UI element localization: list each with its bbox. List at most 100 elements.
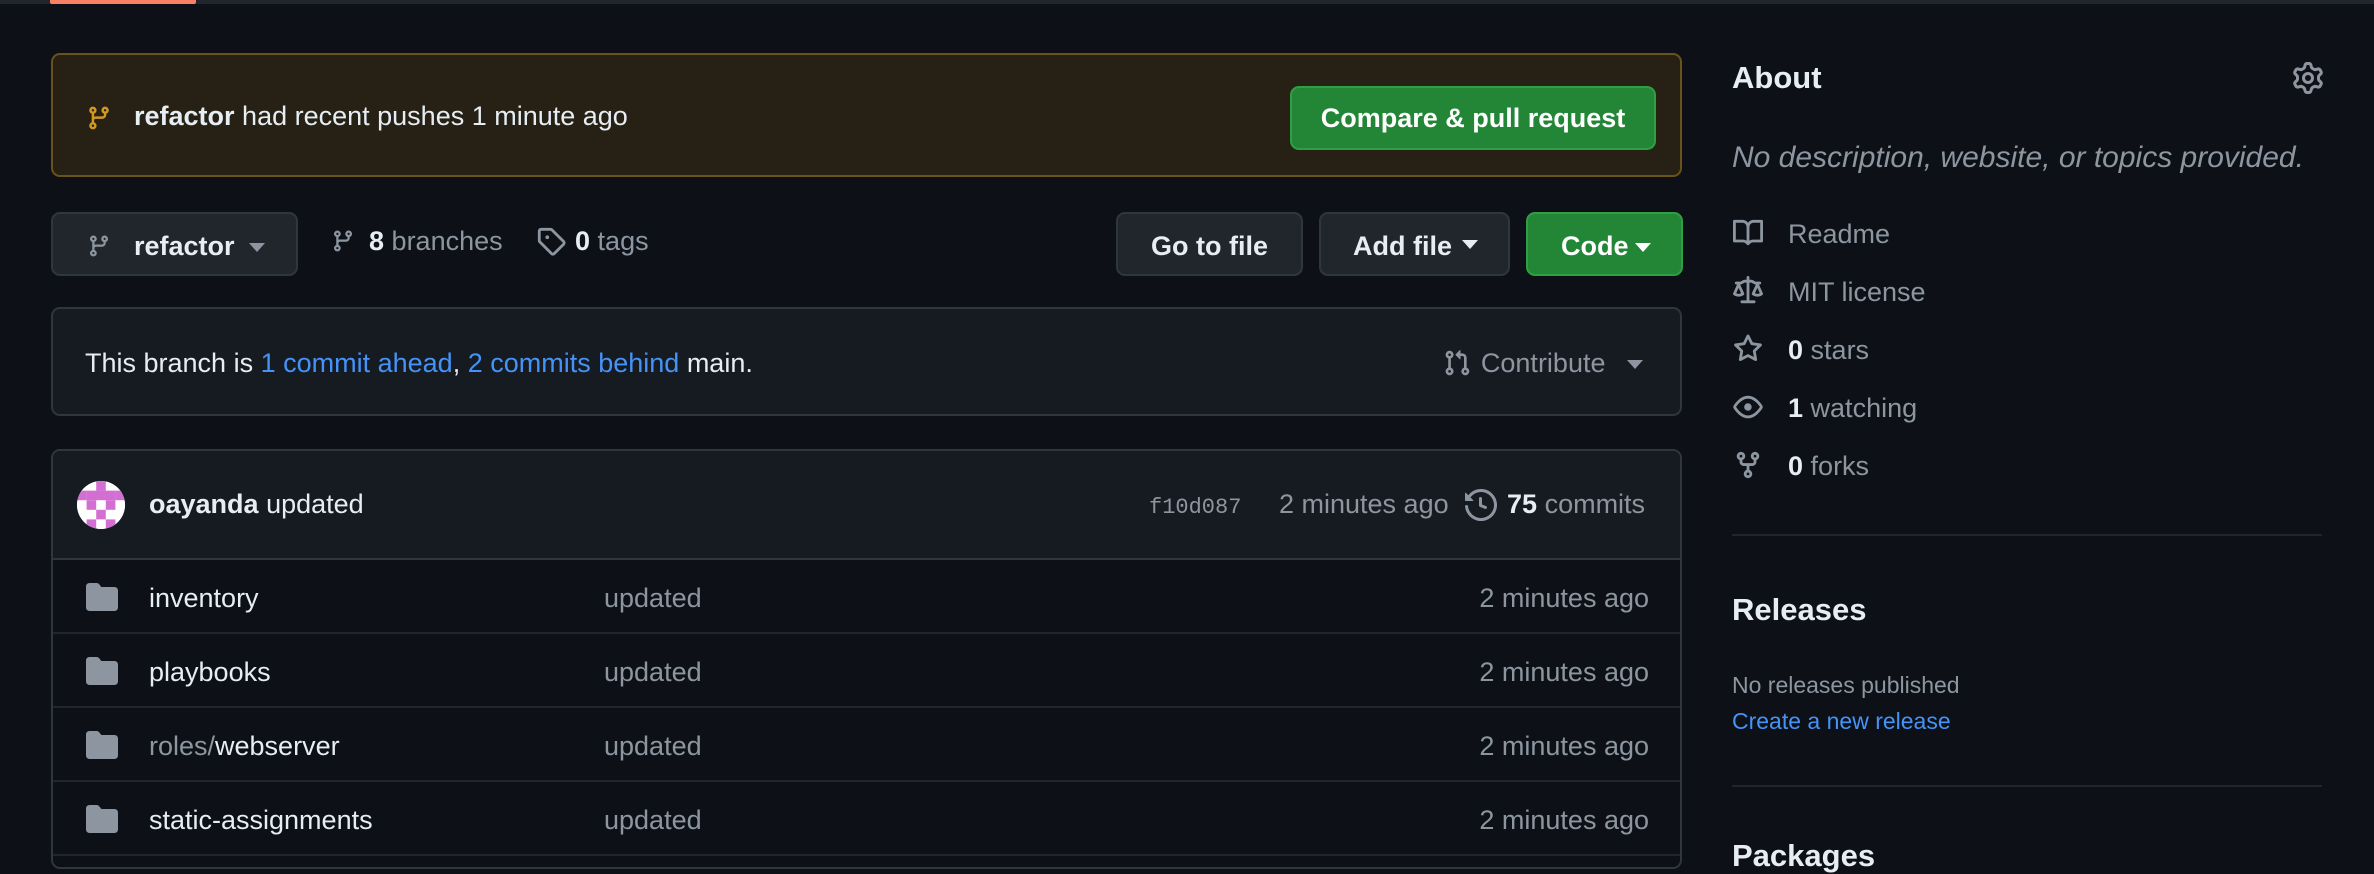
gear-icon[interactable] xyxy=(2292,62,2324,94)
forks-link[interactable]: 0 forks xyxy=(1732,448,2232,484)
pushed-branch-name[interactable]: refactor xyxy=(134,101,235,131)
commits-count-link[interactable]: 75 commits xyxy=(1507,489,1645,520)
comparison-suffix: main. xyxy=(679,348,753,378)
file-name: inventory xyxy=(149,583,259,613)
table-row[interactable]: playbooks updated 2 minutes ago xyxy=(53,634,1680,708)
file-name: webserver xyxy=(215,731,340,761)
forks-label: forks xyxy=(1810,451,1870,481)
file-name-link[interactable]: playbooks xyxy=(149,657,271,688)
comparison-prefix: This branch is xyxy=(85,348,261,378)
code-button[interactable]: Code xyxy=(1526,212,1683,276)
file-commit-message[interactable]: updated xyxy=(604,657,702,688)
add-file-button[interactable]: Add file xyxy=(1319,212,1510,276)
recent-push-text: refactor had recent pushes 1 minute ago xyxy=(134,101,628,132)
branch-comparison-text: This branch is 1 commit ahead, 2 commits… xyxy=(85,348,753,379)
file-commit-age: 2 minutes ago xyxy=(1479,583,1649,613)
branches-count: 8 xyxy=(369,226,385,256)
commit-message[interactable]: updated xyxy=(266,489,364,519)
no-releases-text: No releases published xyxy=(1732,672,1960,698)
table-row[interactable]: inventory updated 2 minutes ago xyxy=(53,560,1680,634)
book-icon xyxy=(1732,218,1764,248)
latest-commit-header: oayanda updated f10d087 2 minutes ago 75… xyxy=(53,451,1680,560)
forks-text: 0 forks xyxy=(1788,451,1869,482)
license-label: MIT license xyxy=(1788,277,1926,307)
go-to-file-label: Go to file xyxy=(1151,231,1268,261)
history-icon xyxy=(1465,489,1497,521)
packages-heading[interactable]: Packages xyxy=(1732,838,1875,874)
branch-select-button[interactable]: refactor xyxy=(51,212,298,276)
branches-link[interactable]: 8 branches xyxy=(369,226,503,257)
readme-link[interactable]: Readme xyxy=(1732,216,2232,252)
top-nav-underline xyxy=(0,0,2374,4)
repo-forked-icon xyxy=(1732,450,1764,480)
watching-link[interactable]: 1 watching xyxy=(1732,390,2232,426)
file-commit-age: 2 minutes ago xyxy=(1479,731,1649,761)
file-name-link[interactable]: static-assignments xyxy=(149,805,373,836)
commits-count: 75 xyxy=(1507,489,1538,519)
git-pull-request-icon xyxy=(1443,348,1471,378)
create-release-link[interactable]: Create a new release xyxy=(1732,708,1951,735)
commits-label: commits xyxy=(1544,489,1646,519)
go-to-file-button[interactable]: Go to file xyxy=(1116,212,1303,276)
branch-comparison-box: This branch is 1 commit ahead, 2 commits… xyxy=(51,307,1682,416)
watching-count: 1 xyxy=(1788,393,1804,423)
file-commit-age: 2 minutes ago xyxy=(1479,805,1649,835)
sidebar-divider xyxy=(1732,785,2322,787)
releases-heading[interactable]: Releases xyxy=(1732,592,1866,628)
compare-pull-request-button[interactable]: Compare & pull request xyxy=(1290,86,1656,150)
contribute-dropdown[interactable]: Contribute xyxy=(1445,348,1643,379)
commits-ahead-link[interactable]: 1 commit ahead xyxy=(261,348,453,378)
stars-link[interactable]: 0 stars xyxy=(1732,332,2232,368)
file-commit-message[interactable]: updated xyxy=(604,583,702,614)
eye-icon xyxy=(1732,392,1764,422)
file-name: static-assignments xyxy=(149,805,373,835)
folder-icon xyxy=(85,731,119,759)
branches-label: branches xyxy=(391,226,503,256)
tags-count: 0 xyxy=(575,226,591,256)
file-name: playbooks xyxy=(149,657,271,687)
watching-label: watching xyxy=(1810,393,1918,423)
commit-sha[interactable]: f10d087 xyxy=(1149,495,1241,520)
forks-count: 0 xyxy=(1788,451,1804,481)
file-name-link[interactable]: roles/webserver xyxy=(149,731,340,762)
star-icon xyxy=(1732,334,1764,364)
active-tab-indicator xyxy=(50,0,196,4)
stars-text: 0 stars xyxy=(1788,335,1869,366)
about-description: No description, website, or topics provi… xyxy=(1732,141,2304,174)
comparison-separator: , xyxy=(452,348,468,378)
folder-icon xyxy=(85,805,119,833)
folder-icon xyxy=(85,657,119,685)
stars-count: 0 xyxy=(1788,335,1804,365)
chevron-down-icon xyxy=(1635,243,1651,252)
file-commit-message[interactable]: updated xyxy=(604,731,702,762)
tag-icon xyxy=(536,226,566,256)
table-row[interactable]: static-assignments updated 2 minutes ago xyxy=(53,782,1680,856)
file-list: oayanda updated f10d087 2 minutes ago 75… xyxy=(51,449,1682,869)
folder-icon xyxy=(85,583,119,611)
file-name-link[interactable]: inventory xyxy=(149,583,259,614)
git-branch-icon xyxy=(331,226,355,256)
file-commit-message[interactable]: updated xyxy=(604,805,702,836)
add-file-label: Add file xyxy=(1353,231,1452,261)
readme-label: Readme xyxy=(1788,219,1891,249)
avatar[interactable] xyxy=(77,481,125,529)
code-label: Code xyxy=(1561,231,1629,261)
sidebar-divider xyxy=(1732,534,2322,536)
file-path-prefix: roles/ xyxy=(149,731,216,761)
about-heading: About xyxy=(1732,60,1822,95)
commit-time: 2 minutes ago xyxy=(1279,489,1449,519)
table-row[interactable]: roles/webserver updated 2 minutes ago xyxy=(53,708,1680,782)
commits-behind-link[interactable]: 2 commits behind xyxy=(468,348,680,378)
chevron-down-icon xyxy=(1627,360,1643,370)
tags-link[interactable]: 0 tags xyxy=(575,226,649,257)
watching-text: 1 watching xyxy=(1788,393,1917,424)
branch-select-label: refactor xyxy=(134,231,235,261)
commit-author[interactable]: oayanda xyxy=(149,489,259,519)
law-icon xyxy=(1732,276,1764,306)
latest-commit-summary: oayanda updated xyxy=(149,489,364,520)
tags-label: tags xyxy=(597,226,649,256)
chevron-down-icon xyxy=(249,243,265,252)
git-branch-icon xyxy=(86,103,112,133)
license-link[interactable]: MIT license xyxy=(1732,274,2232,310)
chevron-down-icon xyxy=(1462,240,1478,249)
